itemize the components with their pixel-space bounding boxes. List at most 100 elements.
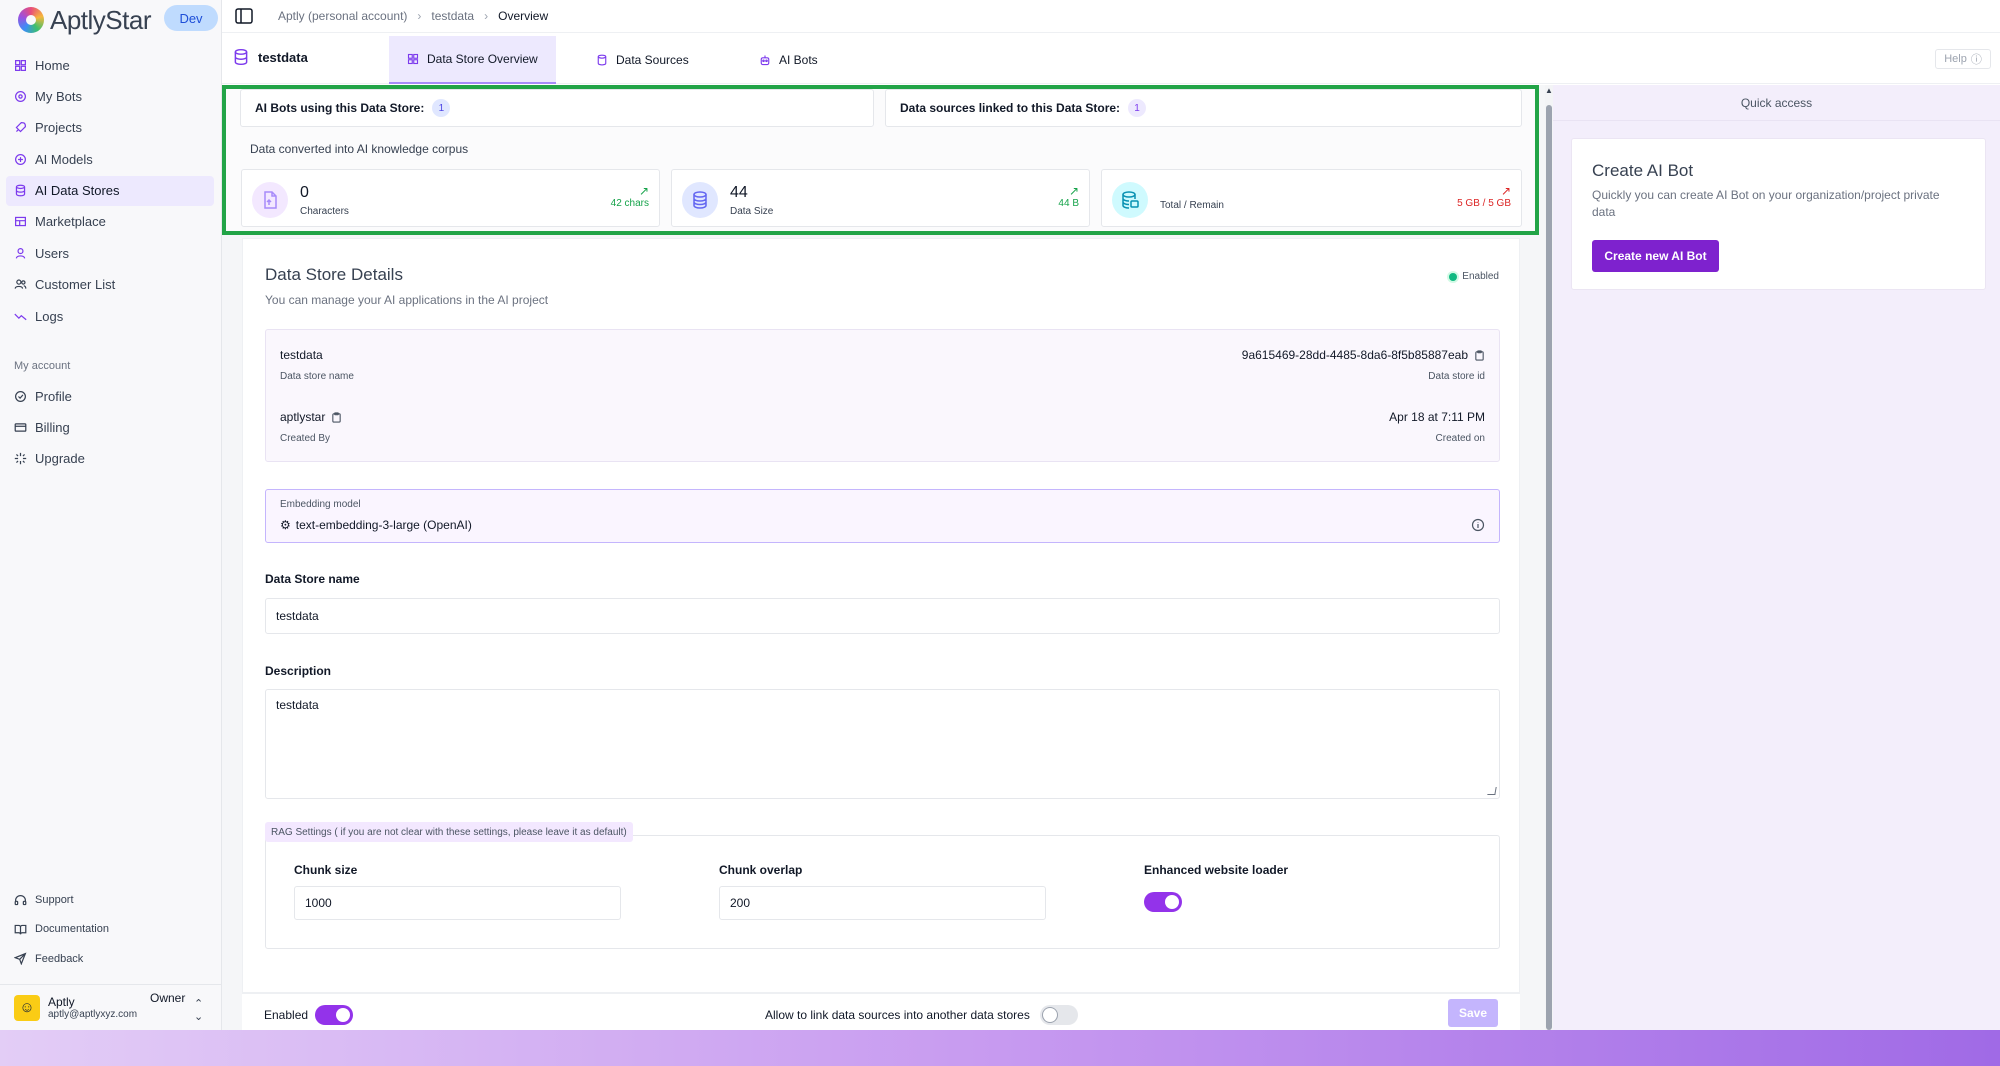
metric-storage: Total / Remain ↗ 5 GB / 5 GB (1101, 169, 1522, 227)
sidebar-item-users[interactable]: Users (6, 238, 214, 268)
scrollbar-thumb[interactable] (1546, 105, 1552, 1030)
profile-icon (14, 390, 27, 403)
tab-bar: testdata Data Store Overview Data Source… (222, 34, 2000, 84)
rag-settings-panel: Chunk size 1000 Chunk overlap 200 Enhanc… (265, 835, 1500, 949)
tab-label: Data Store Overview (427, 52, 538, 66)
created-by-label: Created By (280, 433, 331, 444)
sidebar-item-customer-list[interactable]: Customer List (6, 270, 214, 300)
sidebar-item-ai-models[interactable]: AI Models (6, 144, 214, 174)
sidebar-item-billing[interactable]: Billing (6, 412, 214, 442)
description-textarea[interactable]: testdata (265, 689, 1500, 799)
save-button[interactable]: Save (1448, 999, 1498, 1027)
account-nav: Profile Billing Upgrade (6, 381, 214, 475)
sidebar-item-label: Billing (35, 419, 70, 435)
sparkle-icon (14, 452, 27, 465)
user-name: Aptly (48, 995, 75, 1009)
rocket-icon (14, 121, 27, 134)
tab-label: AI Bots (779, 53, 818, 67)
sidebar-toggle-icon[interactable] (234, 6, 254, 26)
create-bot-button[interactable]: Create new AI Bot (1592, 240, 1719, 272)
user-email: aptly@aptlyxyz.com (48, 1009, 138, 1020)
enabled-toggle[interactable] (315, 1005, 353, 1025)
copy-icon[interactable] (1474, 349, 1485, 361)
robot-icon (760, 55, 770, 66)
tab-label: Data Sources (616, 53, 689, 67)
chunk-overlap-input[interactable]: 200 (719, 886, 1046, 920)
breadcrumb-account[interactable]: Aptly (personal account) (278, 9, 407, 23)
store-id-row: 9a615469-28dd-4485-8da6-8f5b85887eab (1242, 348, 1485, 362)
sidebar-item-home[interactable]: Home (6, 50, 214, 80)
embedding-value-row: ⚙ text-embedding-3-large (OpenAI) (280, 518, 472, 532)
chunk-size-input[interactable]: 1000 (294, 886, 621, 920)
arrow-up-right-icon: ↗ (1068, 184, 1079, 198)
user-icon (14, 247, 27, 260)
embedding-value: text-embedding-3-large (OpenAI) (295, 518, 472, 532)
embedding-model-field[interactable]: Embedding model ⚙ text-embedding-3-large… (265, 489, 1500, 543)
sidebar-item-projects[interactable]: Projects (6, 113, 214, 143)
enhanced-loader-label: Enhanced website loader (1144, 863, 1289, 877)
tab-ai-bots[interactable]: AI Bots (741, 36, 836, 84)
scroll-up-icon[interactable]: ▲ (1545, 86, 1553, 95)
created-by-value: aptlystar (280, 410, 326, 424)
description-value: testdata (276, 698, 319, 712)
help-button[interactable]: Help ⓘ (1935, 49, 1991, 69)
sidebar: AptlyStar Dev Home My Bots Projects AI M… (0, 0, 222, 1030)
chevron-right-icon: › (484, 9, 489, 23)
sidebar-item-feedback[interactable]: Feedback (6, 945, 214, 973)
book-icon (14, 923, 27, 936)
breadcrumb: Aptly (personal account) › testdata › Ov… (278, 9, 548, 23)
store-name-value: testdata (280, 348, 323, 362)
document-icon (252, 182, 288, 218)
breadcrumb-store[interactable]: testdata (431, 9, 474, 23)
storage-icon (1112, 182, 1148, 218)
bot-icon (14, 90, 27, 103)
sidebar-item-ai-data-stores[interactable]: AI Data Stores (6, 175, 214, 206)
store-name-label: Data store name (280, 371, 354, 382)
user-menu[interactable]: ☺ Aptly aptly@aptlyxyz.com Owner ⌃ ⌄ (0, 984, 222, 1030)
enhanced-loader-toggle[interactable] (1144, 892, 1182, 912)
send-icon (14, 952, 27, 966)
sidebar-item-marketplace[interactable]: Marketplace (6, 207, 214, 237)
bots-using-stat: AI Bots using this Data Store: 1 (240, 89, 874, 127)
bottom-gradient-strip (0, 1030, 2000, 1066)
store-id-value: 9a615469-28dd-4485-8da6-8f5b85887eab (1241, 348, 1468, 362)
sidebar-item-my-bots[interactable]: My Bots (6, 81, 214, 111)
sidebar-item-upgrade[interactable]: Upgrade (6, 444, 214, 474)
my-account-heading: My account (14, 360, 71, 372)
create-bot-subtitle: Quickly you can create AI Bot on your or… (1592, 188, 1940, 219)
bots-using-count: 1 (432, 99, 451, 117)
quick-access-panel: Quick access Create AI Bot Quickly you c… (1553, 85, 2000, 1030)
sidebar-item-logs[interactable]: Logs (6, 301, 214, 331)
sidebar-item-label: AI Models (35, 151, 93, 167)
user-role: Owner (150, 991, 186, 1005)
sidebar-item-label: Support (35, 894, 74, 906)
sidebar-item-profile[interactable]: Profile (6, 381, 214, 411)
chevron-right-icon: › (417, 9, 422, 23)
sidebar-item-label: AI Data Stores (35, 183, 120, 199)
sidebar-item-documentation[interactable]: Documentation (6, 915, 214, 943)
sidebar-item-label: Home (35, 57, 70, 73)
details-card: Data Store Details You can manage your A… (242, 238, 1520, 993)
app-logo[interactable]: AptlyStar (18, 4, 152, 36)
info-icon[interactable] (1471, 518, 1485, 532)
sidebar-item-support[interactable]: Support (6, 886, 214, 914)
sidebar-item-label: My Bots (35, 88, 82, 104)
sidebar-item-label: Feedback (35, 952, 84, 965)
metric-trend: ↗ 44 B (1058, 184, 1079, 209)
resize-handle-icon[interactable] (1487, 787, 1497, 795)
app-name: AptlyStar (50, 4, 152, 35)
metric-trend: ↗ 42 chars (611, 184, 649, 209)
tab-data-sources[interactable]: Data Sources (578, 36, 707, 84)
top-bar: Aptly (personal account) › testdata › Ov… (222, 0, 2000, 33)
copy-icon[interactable] (331, 411, 342, 423)
chevron-updown-icon[interactable]: ⌃ ⌄ (194, 997, 203, 1023)
sidebar-item-label: Documentation (35, 923, 109, 936)
database-icon (234, 48, 248, 66)
env-badge[interactable]: Dev (164, 5, 218, 31)
sources-linked-label: Data sources linked to this Data Store: (900, 101, 1121, 115)
allow-link-toggle[interactable] (1040, 1005, 1078, 1025)
stats-highlight: AI Bots using this Data Store: 1 Data so… (222, 85, 1539, 235)
tab-data-store-overview[interactable]: Data Store Overview (389, 36, 556, 84)
help-links: Support Documentation Feedback (6, 886, 214, 974)
store-name-input[interactable]: testdata (265, 598, 1500, 634)
